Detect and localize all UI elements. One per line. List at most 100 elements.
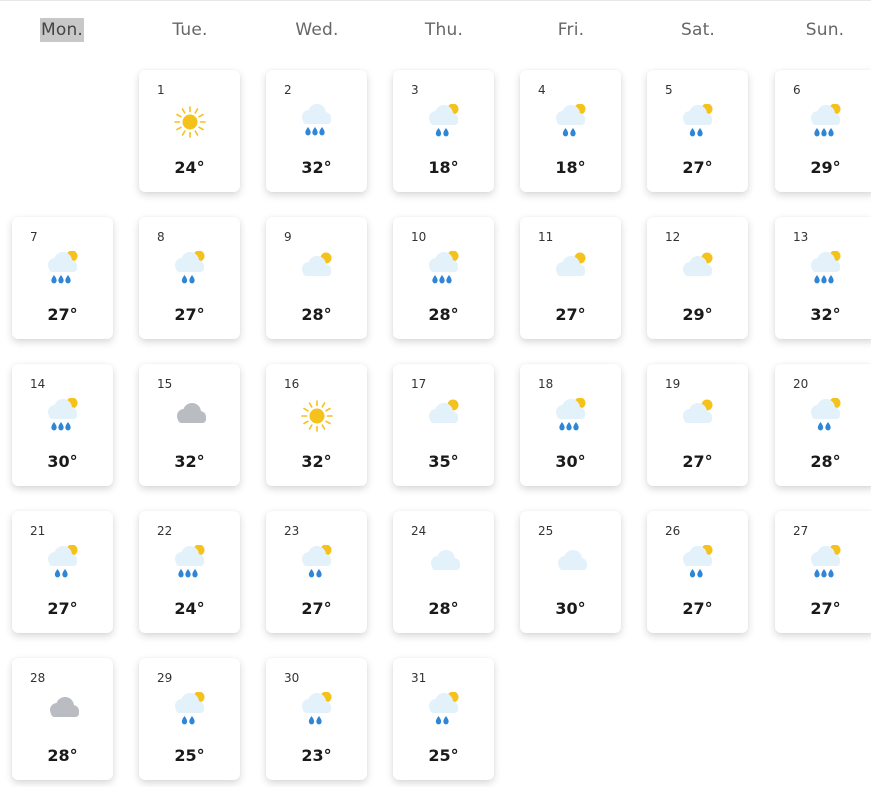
day-card-12[interactable]: 12 29° [647, 217, 748, 339]
day-temperature: 29° [810, 158, 841, 177]
day-temperature: 28° [428, 599, 459, 618]
day-card-5[interactable]: 5 27° [647, 70, 748, 192]
day-temperature: 18° [428, 158, 459, 177]
day-card-25[interactable]: 25 30° [520, 511, 621, 633]
day-temperature: 28° [428, 305, 459, 324]
day-card-14[interactable]: 14 30° [12, 364, 113, 486]
day-card-2[interactable]: 2 32° [266, 70, 367, 192]
day-card-18[interactable]: 18 30° [520, 364, 621, 486]
day-number: 25 [538, 524, 554, 538]
day-card-1[interactable]: 1 24° [139, 70, 240, 192]
day-card-31[interactable]: 31 25° [393, 658, 494, 780]
day-number: 13 [793, 230, 809, 244]
day-number: 24 [411, 524, 427, 538]
day-temperature: 30° [555, 599, 586, 618]
sun-cloud-rain-2-icon [168, 250, 212, 287]
day-number: 15 [157, 377, 173, 391]
day-card-13[interactable]: 13 32° [775, 217, 871, 339]
day-card-20[interactable]: 20 28° [775, 364, 871, 486]
day-temperature: 32° [174, 452, 205, 471]
cloud-rain-icon [295, 104, 339, 140]
sun-cloud-rain-2-icon [676, 103, 720, 140]
day-card-28[interactable]: 28 28° [12, 658, 113, 780]
sun-cloud-rain-2-icon [422, 691, 466, 728]
weekday-sun: Sun. [805, 20, 845, 40]
day-number: 3 [411, 83, 419, 97]
weekday-tue: Tue. [172, 20, 208, 40]
day-temperature: 30° [47, 452, 78, 471]
day-card-24[interactable]: 24 28° [393, 511, 494, 633]
sun-cloud-icon [549, 251, 593, 287]
day-number: 30 [284, 671, 300, 685]
day-number: 29 [157, 671, 173, 685]
day-card-29[interactable]: 29 25° [139, 658, 240, 780]
day-card-6[interactable]: 6 29° [775, 70, 871, 192]
day-number: 19 [665, 377, 681, 391]
weather-calendar: Mon. Tue. Wed. Thu. Fri. Sat. Sun. 1 24° 2 32° 3 … [0, 0, 871, 787]
day-temperature: 27° [301, 599, 332, 618]
sun-cloud-icon [676, 398, 720, 434]
day-temperature: 28° [47, 746, 78, 765]
day-card-23[interactable]: 23 27° [266, 511, 367, 633]
grey-cloud-icon [41, 692, 85, 728]
day-card-21[interactable]: 21 27° [12, 511, 113, 633]
day-card-26[interactable]: 26 27° [647, 511, 748, 633]
sun-cloud-icon [676, 251, 720, 287]
day-number: 22 [157, 524, 173, 538]
day-number: 20 [793, 377, 809, 391]
day-temperature: 25° [428, 746, 459, 765]
day-number: 6 [793, 83, 801, 97]
day-temperature: 23° [301, 746, 332, 765]
day-number: 31 [411, 671, 427, 685]
weekday-sat: Sat. [680, 20, 716, 40]
sun-icon [295, 398, 339, 434]
day-card-4[interactable]: 4 18° [520, 70, 621, 192]
day-temperature: 27° [174, 305, 205, 324]
day-card-19[interactable]: 19 27° [647, 364, 748, 486]
day-card-11[interactable]: 11 27° [520, 217, 621, 339]
day-number: 14 [30, 377, 46, 391]
day-temperature: 28° [301, 305, 332, 324]
day-number: 12 [665, 230, 681, 244]
sun-cloud-rain-3-icon [41, 397, 85, 434]
day-temperature: 32° [301, 158, 332, 177]
day-card-16[interactable]: 16 32° [266, 364, 367, 486]
day-number: 27 [793, 524, 809, 538]
weekday-thu: Thu. [424, 20, 464, 40]
day-number: 16 [284, 377, 300, 391]
sun-cloud-rain-3-icon [804, 250, 848, 287]
day-card-15[interactable]: 15 32° [139, 364, 240, 486]
sun-cloud-rain-2-icon [676, 544, 720, 581]
sun-cloud-rain-2-icon [41, 544, 85, 581]
sun-cloud-rain-2-icon [804, 397, 848, 434]
day-temperature: 18° [555, 158, 586, 177]
top-divider [0, 0, 871, 1]
cloud-icon [549, 545, 593, 581]
sun-cloud-rain-3-icon [168, 544, 212, 581]
day-temperature: 25° [174, 746, 205, 765]
day-card-22[interactable]: 22 24° [139, 511, 240, 633]
sun-cloud-icon [422, 398, 466, 434]
day-card-27[interactable]: 27 27° [775, 511, 871, 633]
day-card-7[interactable]: 7 27° [12, 217, 113, 339]
day-number: 2 [284, 83, 292, 97]
day-card-9[interactable]: 9 28° [266, 217, 367, 339]
day-card-8[interactable]: 8 27° [139, 217, 240, 339]
day-card-30[interactable]: 30 23° [266, 658, 367, 780]
day-number: 7 [30, 230, 38, 244]
weekday-wed: Wed. [295, 20, 339, 40]
weekday-mon: Mon. [39, 18, 85, 42]
day-number: 10 [411, 230, 427, 244]
day-card-17[interactable]: 17 35° [393, 364, 494, 486]
day-temperature: 32° [301, 452, 332, 471]
day-card-10[interactable]: 10 28° [393, 217, 494, 339]
day-card-3[interactable]: 3 18° [393, 70, 494, 192]
day-temperature: 24° [174, 599, 205, 618]
day-number: 17 [411, 377, 427, 391]
day-number: 4 [538, 83, 546, 97]
sun-cloud-rain-2-icon [168, 691, 212, 728]
day-number: 8 [157, 230, 165, 244]
day-temperature: 35° [428, 452, 459, 471]
sun-cloud-rain-2-icon [295, 544, 339, 581]
day-temperature: 30° [555, 452, 586, 471]
